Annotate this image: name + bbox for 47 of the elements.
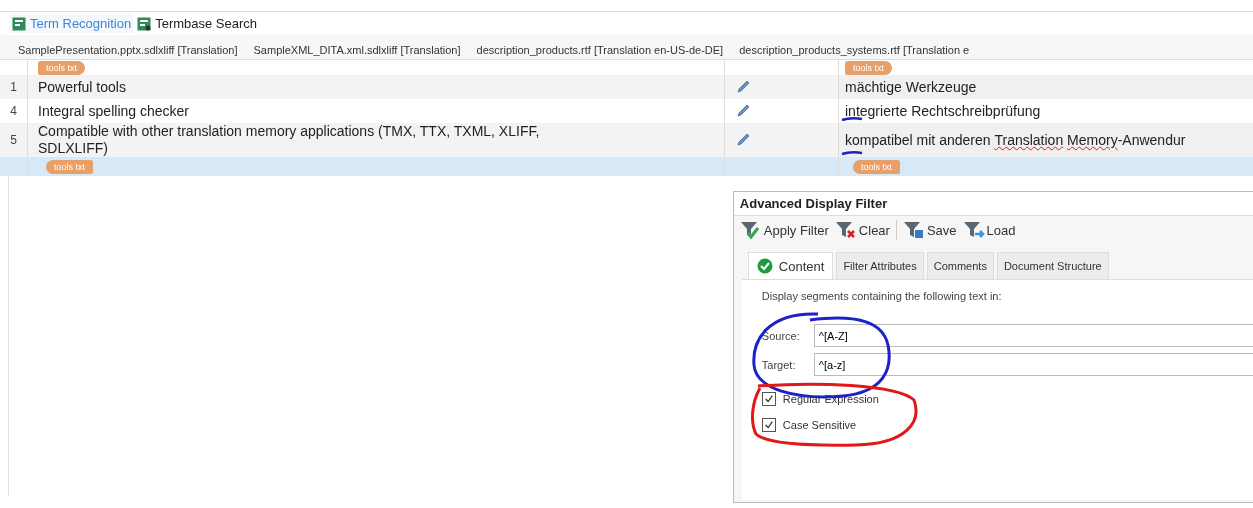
document-tab[interactable]: SampleXML_DITA.xml.sdlxliff [Translation]: [253, 44, 461, 56]
tag-marker: tools txt: [38, 60, 85, 75]
target-text: integrierte Rechtschreibprüfung: [845, 103, 1041, 119]
segment-number: 4: [10, 104, 17, 118]
filter-tab[interactable]: Comments: [926, 252, 994, 279]
source-text: Integral spelling checker: [38, 102, 189, 120]
document-tab[interactable]: SamplePresentation.pptx.sdlxliff [Translation]: [18, 44, 238, 56]
tag-marker: tools txt: [845, 60, 892, 75]
target-text: mächtige Werkzeuge: [845, 79, 977, 95]
toolbar-button[interactable]: Save: [902, 220, 957, 240]
input-field[interactable]: ^[a-z]: [813, 353, 1253, 376]
field-label: Target:: [761, 358, 797, 371]
segment-number: 5: [10, 133, 17, 147]
filter-save-icon: [902, 220, 925, 240]
filter-tab[interactable]: Content: [747, 252, 834, 279]
document-tab[interactable]: description_products_systems.rtf [Translation e: [739, 44, 970, 56]
description-text: Display segments containing the following text in:: [761, 290, 1003, 302]
input-field[interactable]: ^[A-Z]: [813, 324, 1253, 347]
target-text: kompatibel mit anderen Translation Memory-Anwendur: [845, 132, 1186, 148]
source-text: Compatible with other translation memory applications (TMX, TTX, TXML, XLIFF, SDLXLIFF): [38, 123, 541, 157]
toolbar-button[interactable]: Clear: [834, 220, 890, 240]
filter-apply-icon: [739, 220, 762, 240]
checkmark-icon: [763, 394, 774, 404]
filter-load-icon: [962, 220, 985, 240]
spreadsheet-icon: [12, 16, 26, 31]
field-label: Source:: [761, 329, 801, 342]
segment-number: 1: [10, 80, 17, 94]
panel-tab[interactable]: Term Recognition: [10, 14, 134, 33]
checkbox-label: Case Sensitive: [782, 419, 857, 431]
toolbar-button[interactable]: Apply Filter: [739, 220, 829, 240]
tag-marker: tools txt: [853, 159, 900, 174]
panel-tab[interactable]: Termbase Search: [135, 14, 260, 33]
filter-tab[interactable]: Document Structure: [996, 252, 1109, 279]
checkbox-label: Regular Expression: [782, 393, 879, 405]
source-text: Powerful tools: [38, 78, 126, 96]
toolbar-button[interactable]: Load: [962, 220, 1016, 240]
filter-clear-icon: [834, 220, 857, 240]
document-tab[interactable]: description_products.rtf [Translation en-US-de-DE]: [476, 44, 724, 56]
spreadsheet-icon: [137, 16, 152, 31]
checkmark-icon: [763, 420, 774, 430]
filter-tab[interactable]: Filter Attributes: [836, 252, 924, 279]
panel-title: Advanced Display Filter: [733, 192, 1253, 216]
tag-marker: tools txt: [46, 159, 93, 174]
check-circle-icon: [756, 258, 773, 274]
checkbox[interactable]: [761, 418, 776, 432]
checkbox[interactable]: [761, 392, 776, 406]
hand-drawn-underline: [841, 150, 863, 156]
